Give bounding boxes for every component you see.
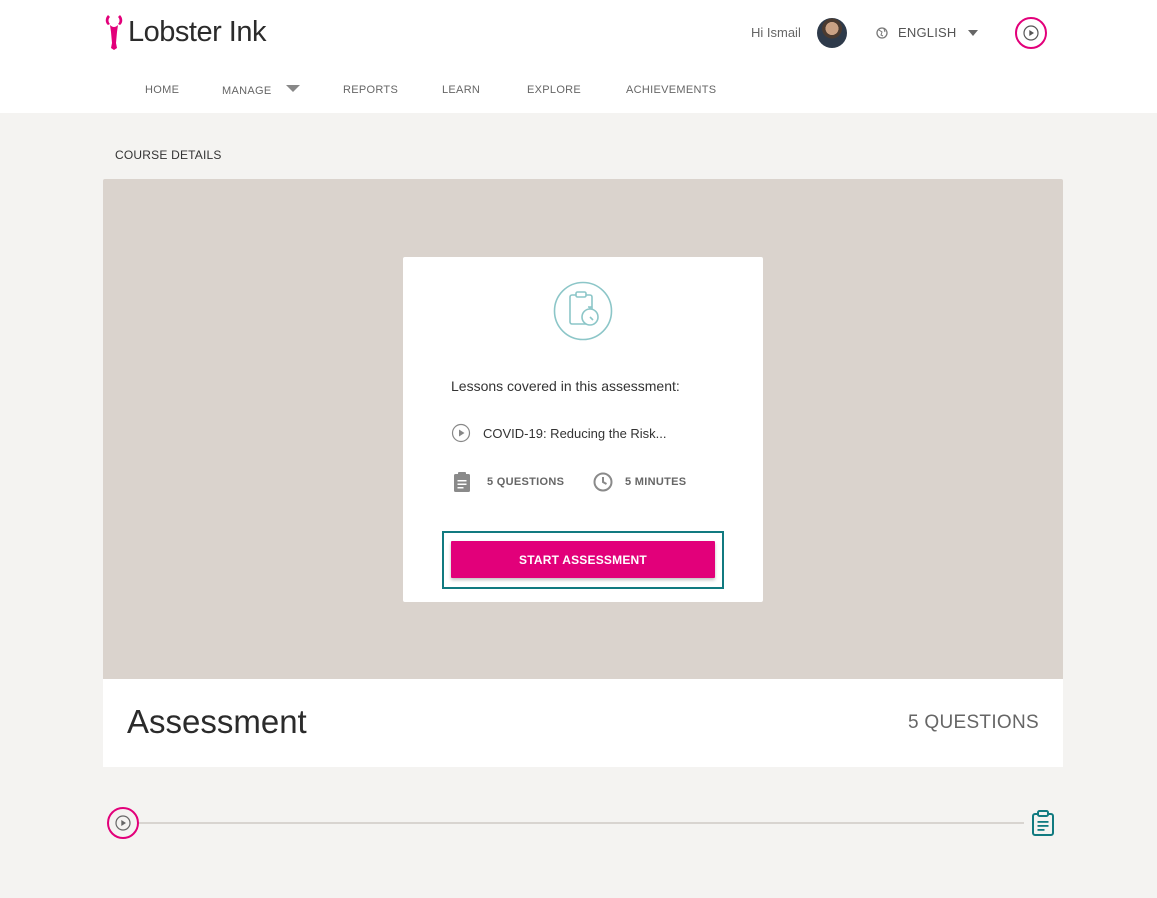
assessment-info-bar: Assessment 5 QUESTIONS: [103, 679, 1063, 767]
play-icon: [1023, 25, 1039, 41]
questions-count-label: 5 QUESTIONS: [907, 712, 1039, 733]
chevron-down-icon[interactable]: [968, 30, 978, 36]
nav-achievements[interactable]: ACHIEVEMENTS: [626, 84, 716, 96]
clipboard-stopwatch-icon: [553, 281, 613, 341]
nav-learn[interactable]: LEARN: [442, 84, 480, 96]
manage-chevron-down-icon[interactable]: [286, 85, 300, 92]
questions-count: 5 QUESTIONS: [487, 476, 565, 488]
nav-reports[interactable]: REPORTS: [343, 84, 398, 96]
page-title: Assessment: [127, 703, 307, 740]
nav-manage[interactable]: MANAGE: [222, 85, 271, 97]
nav-home[interactable]: HOME: [145, 84, 179, 96]
lessons-heading: Lessons covered in this assessment:: [451, 378, 680, 394]
clock-icon: [593, 472, 613, 492]
logo[interactable]: Lobster Ink: [104, 13, 266, 51]
top-bar: Lobster Ink Hi Ismail ENGLISH HOME MANAG…: [0, 0, 1157, 113]
globe-icon[interactable]: [876, 27, 888, 39]
progress-start-play-button[interactable]: [107, 807, 139, 839]
lesson-item[interactable]: COVID-19: Reducing the Risk...: [451, 423, 667, 443]
logo-text: Lobster Ink: [128, 15, 266, 48]
lobster-logo-icon: [105, 15, 123, 50]
nav-explore[interactable]: EXPLORE: [527, 84, 581, 96]
avatar[interactable]: [817, 18, 847, 48]
lesson-title: COVID-19: Reducing the Risk...: [483, 425, 667, 441]
user-greeting: Hi Ismail: [751, 25, 801, 40]
assessment-clipboard-icon[interactable]: [1031, 810, 1055, 836]
play-icon: [115, 815, 131, 831]
language-selector[interactable]: ENGLISH: [898, 25, 956, 40]
progress-track: [138, 822, 1024, 824]
breadcrumb[interactable]: COURSE DETAILS: [115, 148, 222, 162]
play-circle-icon: [451, 423, 471, 443]
clipboard-icon: [454, 472, 470, 492]
assessment-meta: 5 QUESTIONS 5 MINUTES: [451, 471, 731, 493]
duration: 5 MINUTES: [625, 476, 687, 488]
main-nav: HOME MANAGE REPORTS LEARN EXPLORE ACHIEV…: [0, 84, 1157, 98]
play-button[interactable]: [1015, 17, 1047, 49]
start-assessment-button[interactable]: START ASSESSMENT: [451, 541, 715, 578]
